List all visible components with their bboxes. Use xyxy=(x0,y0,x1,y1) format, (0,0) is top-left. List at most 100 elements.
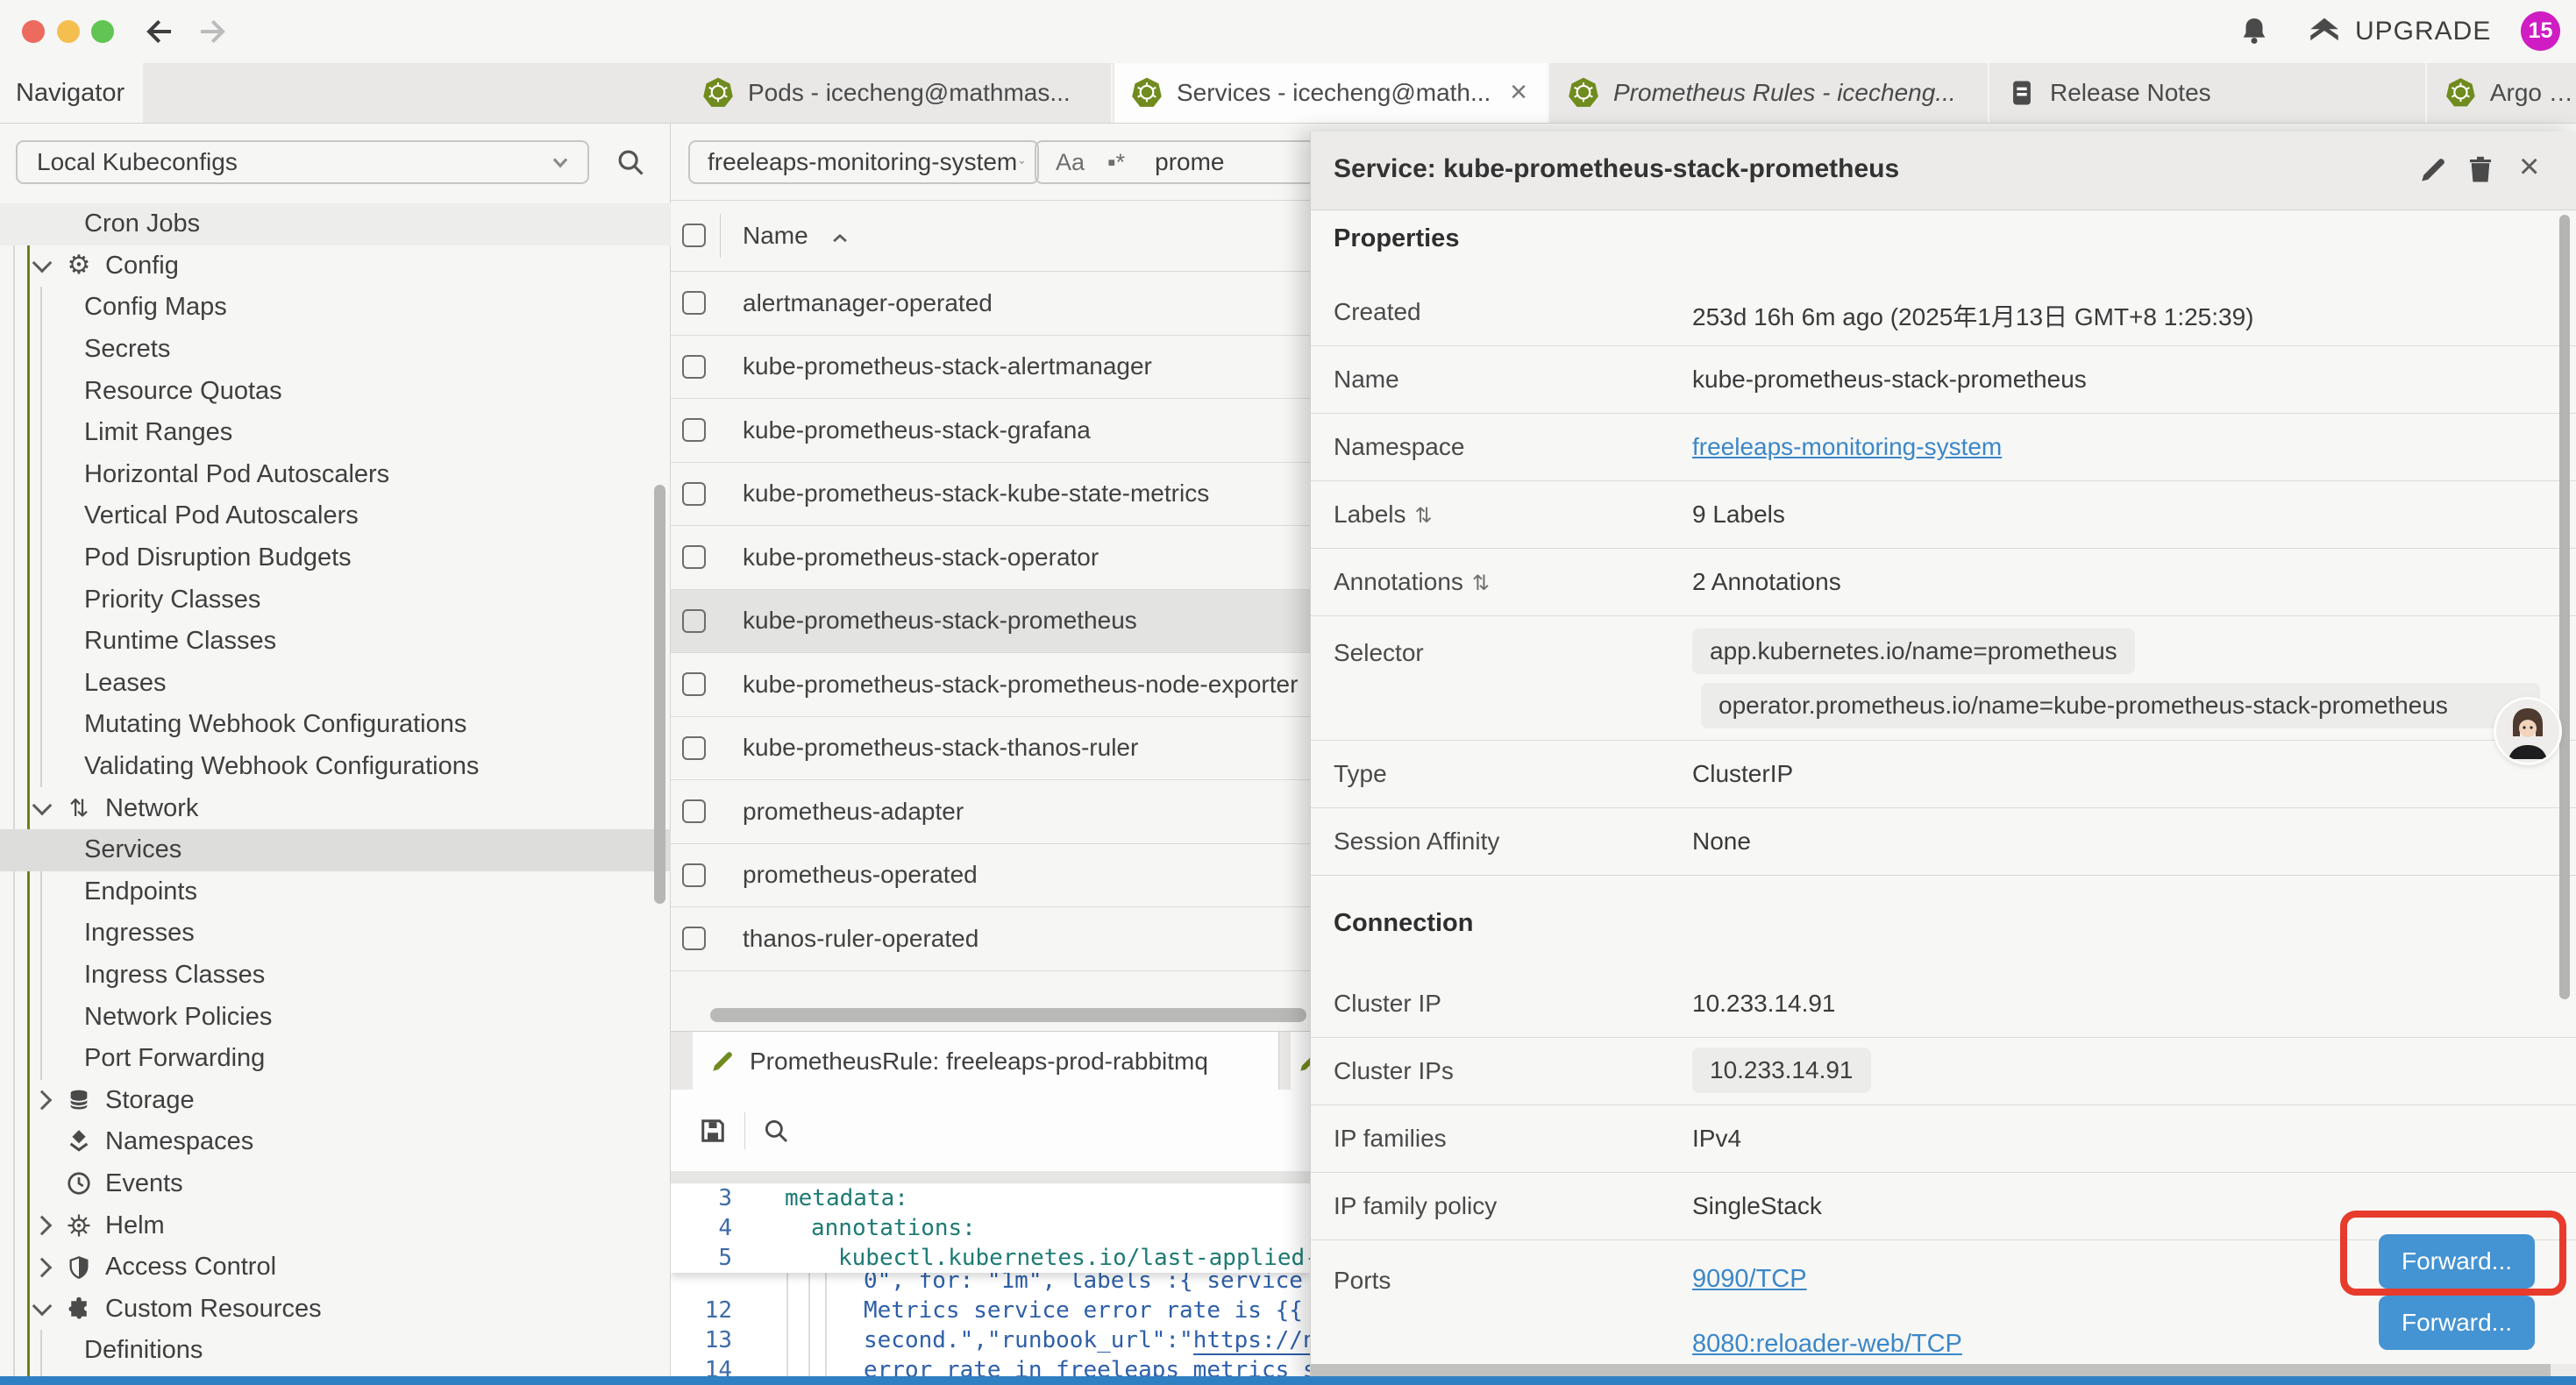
runbook-url-link[interactable]: https://net xyxy=(1193,1327,1310,1355)
row-checkbox[interactable] xyxy=(682,927,706,950)
table-row[interactable]: kube-prometheus-stack-prometheus-node-ex… xyxy=(671,653,1310,717)
editor-tab-partial[interactable] xyxy=(1291,1032,1310,1090)
port-link-8080[interactable]: 8080:reloader-web/TCP xyxy=(1692,1330,1962,1359)
row-checkbox[interactable] xyxy=(682,482,706,506)
back-arrow-icon[interactable] xyxy=(139,14,177,49)
property-row-labels[interactable]: Labels⇅ 9 Labels xyxy=(1311,481,2576,549)
table-row[interactable]: prometheus-operated xyxy=(671,844,1310,908)
service-table: alertmanager-operated kube-prometheus-st… xyxy=(671,272,1310,971)
sidebar-item-validating-webhook-configurations[interactable]: Validating Webhook Configurations xyxy=(0,746,671,788)
sort-ascending-icon[interactable] xyxy=(827,225,853,252)
regex-toggle[interactable]: ▪* xyxy=(1107,149,1125,176)
horizontal-scrollbar[interactable] xyxy=(710,1008,1306,1022)
editor-search-icon[interactable] xyxy=(761,1116,791,1146)
forward-arrow-icon[interactable] xyxy=(195,14,233,49)
table-row[interactable]: kube-prometheus-stack-grafana xyxy=(671,399,1310,463)
port-link-9090[interactable]: 9090/TCP xyxy=(1692,1265,1807,1294)
yaml-editor[interactable]: 0", for: "1m", labels :{ service : 12Met… xyxy=(671,1183,1310,1385)
table-row[interactable]: kube-prometheus-stack-kube-state-metrics xyxy=(671,463,1310,527)
row-checkbox[interactable] xyxy=(682,672,706,696)
kubeconfig-selector[interactable]: Local Kubeconfigs xyxy=(16,140,589,184)
zoom-traffic-light[interactable] xyxy=(91,20,114,43)
sidebar-item-priority-classes[interactable]: Priority Classes xyxy=(0,579,671,621)
row-checkbox[interactable] xyxy=(682,545,706,569)
upgrade-button[interactable]: UPGRADE xyxy=(2306,13,2491,50)
table-row[interactable]: kube-prometheus-stack-operator xyxy=(671,526,1310,590)
editor-toolbar xyxy=(671,1090,1310,1171)
close-tab-icon[interactable]: × xyxy=(1502,75,1535,109)
sidebar-item-namespaces[interactable]: Namespaces xyxy=(0,1121,671,1163)
table-row[interactable]: kube-prometheus-stack-thanos-ruler xyxy=(671,717,1310,781)
sidebar-item-resource-quotas[interactable]: Resource Quotas xyxy=(0,370,671,412)
sidebar-item-mutating-webhook-configurations[interactable]: Mutating Webhook Configurations xyxy=(0,704,671,746)
row-checkbox[interactable] xyxy=(682,799,706,823)
chevron-down-icon xyxy=(32,796,53,816)
match-case-toggle[interactable]: Aa xyxy=(1056,149,1085,176)
tab-pods[interactable]: Pods - icecheng@mathmas... xyxy=(686,63,1113,123)
sidebar-item-definitions[interactable]: Definitions xyxy=(0,1330,671,1372)
table-row[interactable]: kube-prometheus-stack-alertmanager xyxy=(671,336,1310,400)
sidebar-item-pod-disruption-budgets[interactable]: Pod Disruption Budgets xyxy=(0,537,671,579)
tab-navigator[interactable]: Navigator xyxy=(0,63,143,123)
sidebar-group-custom-resources[interactable]: Custom Resources xyxy=(0,1288,671,1330)
sidebar-item-config-maps[interactable]: Config Maps xyxy=(0,287,671,329)
table-row[interactable]: prometheus-adapter xyxy=(671,780,1310,844)
sidebar-item-vertical-pod-autoscalers[interactable]: Vertical Pod Autoscalers xyxy=(0,495,671,537)
edit-pencil-icon[interactable] xyxy=(2416,153,2450,187)
sidebar-group-config[interactable]: ⚙ Config xyxy=(0,245,671,288)
sidebar-scrollbar[interactable] xyxy=(654,485,665,904)
tab-prometheus-rules[interactable]: Prometheus Rules - icecheng... xyxy=(1551,63,1989,123)
namespace-link[interactable]: freeleaps-monitoring-system xyxy=(1692,433,2002,461)
minimize-traffic-light[interactable] xyxy=(57,20,80,43)
select-all-checkbox[interactable] xyxy=(682,224,706,247)
row-checkbox[interactable] xyxy=(682,418,706,442)
tab-release-notes[interactable]: Release Notes xyxy=(1991,63,2427,123)
namespace-selector[interactable]: freeleaps-monitoring-system xyxy=(688,140,1039,184)
sidebar-item-services[interactable]: Services xyxy=(0,829,671,871)
gear-icon: ⚙ xyxy=(63,252,95,279)
sidebar-group-storage[interactable]: Storage xyxy=(0,1079,671,1121)
sidebar-item-events[interactable]: Events xyxy=(0,1163,671,1205)
sidebar-group-access-control[interactable]: Access Control xyxy=(0,1246,671,1289)
sidebar-group-network[interactable]: ⇅ Network xyxy=(0,787,671,829)
sidebar-item-runtime-classes[interactable]: Runtime Classes xyxy=(0,621,671,663)
editor-scrollbar-strip[interactable] xyxy=(671,1171,1310,1183)
sidebar-item-limit-ranges[interactable]: Limit Ranges xyxy=(0,412,671,454)
sidebar-item-ingresses[interactable]: Ingresses xyxy=(0,913,671,955)
detail-vertical-scrollbar[interactable] xyxy=(2559,215,2570,999)
account-badge[interactable]: 15 xyxy=(2521,11,2560,51)
sidebar-group-helm[interactable]: Helm xyxy=(0,1204,671,1246)
avatar[interactable] xyxy=(2496,700,2559,763)
row-checkbox[interactable] xyxy=(682,863,706,887)
row-checkbox[interactable] xyxy=(682,609,706,633)
resource-search-input[interactable]: Aa ▪* prome xyxy=(1035,140,1310,184)
close-panel-icon[interactable]: × xyxy=(2519,147,2539,187)
property-row-annotations[interactable]: Annotations⇅ 2 Annotations xyxy=(1311,549,2576,616)
navigator-search-icon[interactable] xyxy=(614,146,647,179)
database-icon xyxy=(63,1087,95,1113)
row-checkbox[interactable] xyxy=(682,291,706,315)
sidebar-item-leases[interactable]: Leases xyxy=(0,663,671,705)
table-row[interactable]: alertmanager-operated xyxy=(671,272,1310,336)
sidebar-item-network-policies[interactable]: Network Policies xyxy=(0,996,671,1038)
row-checkbox[interactable] xyxy=(682,355,706,379)
name-column-header[interactable]: Name xyxy=(743,222,808,250)
sidebar-item-port-forwarding[interactable]: Port Forwarding xyxy=(0,1038,671,1080)
editor-tab-prometheusrule[interactable]: PrometheusRule: freeleaps-prod-rabbitmq xyxy=(693,1032,1279,1090)
table-row-selected[interactable]: kube-prometheus-stack-prometheus xyxy=(671,590,1310,654)
sidebar-item-secrets[interactable]: Secrets xyxy=(0,329,671,371)
delete-trash-icon[interactable] xyxy=(2464,153,2497,187)
notifications-bell-icon[interactable] xyxy=(2238,14,2271,49)
sidebar-item-endpoints[interactable]: Endpoints xyxy=(0,871,671,913)
forward-button-8080[interactable]: Forward... xyxy=(2379,1296,2535,1350)
sidebar-item-cron-jobs[interactable]: Cron Jobs xyxy=(0,203,671,245)
table-row[interactable]: thanos-ruler-operated xyxy=(671,907,1310,971)
sidebar-item-horizontal-pod-autoscalers[interactable]: Horizontal Pod Autoscalers xyxy=(0,454,671,496)
close-traffic-light[interactable] xyxy=(22,20,45,43)
tab-services[interactable]: Services - icecheng@math... × xyxy=(1114,63,1549,123)
row-checkbox[interactable] xyxy=(682,736,706,760)
detail-title: Service: kube-prometheus-stack-prometheu… xyxy=(1334,154,1899,184)
tab-argo[interactable]: Argo Se xyxy=(2429,63,2576,123)
save-icon[interactable] xyxy=(697,1115,729,1147)
sidebar-item-ingress-classes[interactable]: Ingress Classes xyxy=(0,955,671,997)
